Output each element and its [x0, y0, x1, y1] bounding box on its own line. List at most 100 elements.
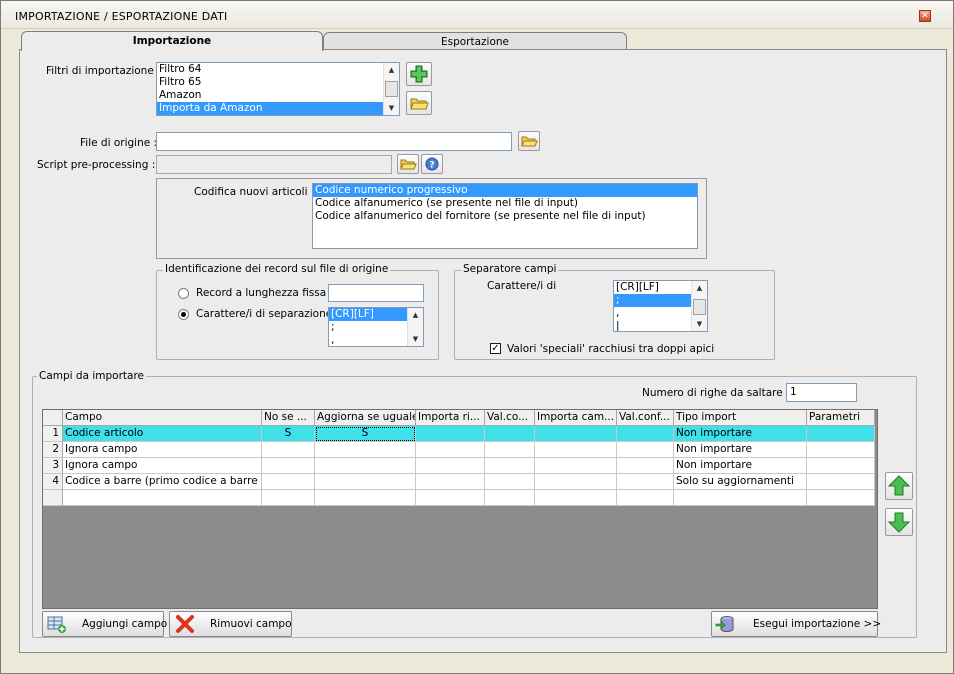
- column-header[interactable]: Importa ri...: [416, 410, 485, 426]
- cell-importa-ri[interactable]: [416, 426, 485, 442]
- cell-empty[interactable]: [63, 490, 262, 506]
- close-icon[interactable]: ✕: [919, 10, 931, 22]
- quotes-checkbox[interactable]: ✓: [490, 343, 501, 354]
- preprocessing-input[interactable]: [156, 155, 392, 174]
- codifica-option[interactable]: Codice alfanumerico (se presente nel fil…: [313, 197, 697, 210]
- filters-list[interactable]: Filtro 64 Filtro 65 Amazon Importa da Am…: [156, 62, 400, 116]
- move-up-button[interactable]: [885, 472, 913, 500]
- scroll-down-icon[interactable]: ▼: [384, 101, 399, 115]
- cell-val-conf[interactable]: [617, 474, 674, 490]
- help-button[interactable]: ?: [421, 154, 443, 174]
- move-down-button[interactable]: [885, 508, 913, 536]
- radio-separator[interactable]: [178, 309, 189, 320]
- column-header[interactable]: Aggiorna se uguale: [315, 410, 416, 426]
- cell-campo[interactable]: Codice articolo: [63, 426, 262, 442]
- cell-tipo[interactable]: Solo su aggiornamenti: [674, 474, 807, 490]
- cell-empty[interactable]: [485, 490, 535, 506]
- cell-no-se[interactable]: [262, 474, 315, 490]
- codifica-list[interactable]: Codice numerico progressivo Codice alfan…: [312, 183, 698, 249]
- column-header[interactable]: Val.co...: [485, 410, 535, 426]
- cell-val-conf[interactable]: [617, 426, 674, 442]
- cell-aggiorna[interactable]: [315, 474, 416, 490]
- cell-importa-ri[interactable]: [416, 458, 485, 474]
- cell-no-se[interactable]: S: [262, 426, 315, 442]
- source-file-input[interactable]: [156, 132, 512, 151]
- scroll-thumb[interactable]: [385, 81, 398, 97]
- cell-parametri[interactable]: [807, 426, 875, 442]
- table-row[interactable]: 1 Codice articolo S S Non importare: [43, 426, 875, 442]
- cell-aggiorna[interactable]: [315, 442, 416, 458]
- open-filter-button[interactable]: [406, 91, 432, 115]
- cell-aggiorna[interactable]: S: [315, 426, 416, 442]
- cell-val-co[interactable]: [485, 458, 535, 474]
- scroll-down-icon[interactable]: ▼: [692, 317, 707, 331]
- scroll-up-icon[interactable]: ▲: [692, 281, 707, 295]
- record-separator-list[interactable]: [CR][LF] ; , ▲ ▼: [328, 307, 424, 347]
- cell-val-co[interactable]: [485, 426, 535, 442]
- cell-empty[interactable]: [262, 490, 315, 506]
- cell-parametri[interactable]: [807, 474, 875, 490]
- remove-field-button[interactable]: Rimuovi campo: [169, 611, 292, 637]
- field-sep-scrollbar[interactable]: ▲ ▼: [691, 281, 707, 331]
- cell-empty[interactable]: [416, 490, 485, 506]
- filter-item[interactable]: Amazon: [157, 89, 399, 102]
- cell-importa-cam[interactable]: [535, 426, 617, 442]
- filter-item[interactable]: Filtro 65: [157, 76, 399, 89]
- cell-campo[interactable]: Ignora campo: [63, 442, 262, 458]
- radio-fixed-length[interactable]: [178, 288, 189, 299]
- scroll-up-icon[interactable]: ▲: [408, 308, 423, 322]
- browse-script-button[interactable]: [397, 154, 419, 174]
- cell-val-conf[interactable]: [617, 442, 674, 458]
- tab-esportazione[interactable]: Esportazione: [323, 32, 627, 50]
- table-row[interactable]: 3 Ignora campo Non importare: [43, 458, 875, 474]
- cell-importa-ri[interactable]: [416, 442, 485, 458]
- fixed-length-input[interactable]: [328, 284, 424, 302]
- field-separator-list[interactable]: [CR][LF] ; , | ▲ ▼: [613, 280, 708, 332]
- field-sep-item-selected[interactable]: ;: [614, 294, 691, 307]
- cell-empty[interactable]: [535, 490, 617, 506]
- skip-rows-input[interactable]: 1: [786, 383, 857, 402]
- cell-importa-cam[interactable]: [535, 458, 617, 474]
- cell-val-co[interactable]: [485, 442, 535, 458]
- cell-tipo[interactable]: Non importare: [674, 442, 807, 458]
- cell-campo[interactable]: Ignora campo: [63, 458, 262, 474]
- add-field-button[interactable]: Aggiungi campo: [42, 611, 167, 637]
- column-header[interactable]: No se ...: [262, 410, 315, 426]
- browse-source-button[interactable]: [518, 131, 540, 151]
- filter-item[interactable]: Filtro 64: [157, 63, 399, 76]
- cell-empty[interactable]: [315, 490, 416, 506]
- cell-val-conf[interactable]: [617, 458, 674, 474]
- column-header[interactable]: Parametri: [807, 410, 875, 426]
- cell-no-se[interactable]: [262, 458, 315, 474]
- column-header[interactable]: Campo: [63, 410, 262, 426]
- table-row-new[interactable]: [43, 490, 875, 506]
- scroll-up-icon[interactable]: ▲: [384, 63, 399, 77]
- cell-tipo[interactable]: Non importare: [674, 426, 807, 442]
- add-filter-button[interactable]: [406, 62, 432, 86]
- cell-no-se[interactable]: [262, 442, 315, 458]
- tab-importazione[interactable]: Importazione: [21, 31, 323, 51]
- codifica-option-selected[interactable]: Codice numerico progressivo: [313, 184, 697, 197]
- table-row[interactable]: 2 Ignora campo Non importare: [43, 442, 875, 458]
- filters-scrollbar[interactable]: ▲ ▼: [383, 63, 399, 115]
- record-sep-scrollbar[interactable]: ▲ ▼: [407, 308, 423, 346]
- fields-grid[interactable]: Campo No se ... Aggiorna se uguale Impor…: [42, 409, 878, 609]
- run-import-button[interactable]: Esegui importazione >>: [711, 611, 881, 637]
- cell-val-co[interactable]: [485, 474, 535, 490]
- cell-importa-cam[interactable]: [535, 442, 617, 458]
- cell-parametri[interactable]: [807, 458, 875, 474]
- codifica-option[interactable]: Codice alfanumerico del fornitore (se pr…: [313, 210, 697, 223]
- cell-parametri[interactable]: [807, 442, 875, 458]
- cell-empty[interactable]: [674, 490, 807, 506]
- cell-importa-cam[interactable]: [535, 474, 617, 490]
- record-sep-item-selected[interactable]: [CR][LF]: [329, 308, 407, 321]
- filter-item-selected[interactable]: Importa da Amazon: [157, 102, 383, 115]
- cell-aggiorna[interactable]: [315, 458, 416, 474]
- cell-importa-ri[interactable]: [416, 474, 485, 490]
- cell-campo[interactable]: Codice a barre (primo codice a barre i..…: [63, 474, 262, 490]
- column-header[interactable]: Val.conf...: [617, 410, 674, 426]
- cell-empty[interactable]: [617, 490, 674, 506]
- column-header[interactable]: Tipo import: [674, 410, 807, 426]
- scroll-down-icon[interactable]: ▼: [408, 332, 423, 346]
- column-header[interactable]: Importa cam...: [535, 410, 617, 426]
